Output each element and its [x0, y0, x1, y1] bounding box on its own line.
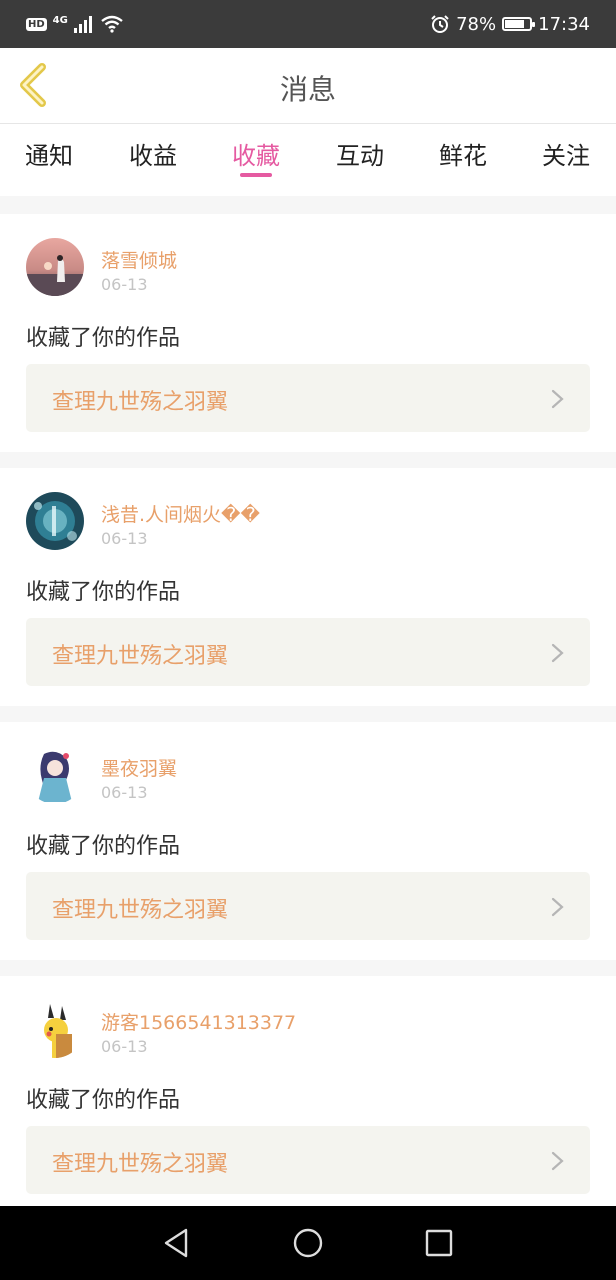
- battery-icon: [502, 17, 536, 31]
- network-label: 4G: [52, 14, 68, 26]
- tab-favorites[interactable]: 收藏: [232, 136, 280, 171]
- avatar[interactable]: [26, 1000, 84, 1058]
- chevron-right-icon: [551, 1151, 564, 1171]
- status-right: 78% 17:34: [430, 12, 590, 36]
- work-title: 查理九世殇之羽翼: [52, 1152, 229, 1177]
- back-triangle-icon[interactable]: [160, 1226, 194, 1260]
- alarm-icon: [431, 15, 449, 33]
- recents-square-icon[interactable]: [422, 1226, 456, 1260]
- work-title: 查理九世殇之羽翼: [52, 390, 229, 415]
- avatar-blue-art-image: [26, 492, 84, 550]
- avatar-pikachu-image: [26, 1000, 84, 1058]
- work-title: 查理九世殇之羽翼: [52, 898, 229, 923]
- action-text: 收藏了你的作品: [26, 1088, 181, 1113]
- work-link[interactable]: 查理九世殇之羽翼: [26, 1126, 590, 1194]
- date: 06-13: [101, 275, 148, 294]
- notification-card: 落雪倾城 06-13 收藏了你的作品 查理九世殇之羽翼: [0, 214, 616, 452]
- avatar-anime-girl-image: [26, 746, 84, 804]
- home-circle-icon[interactable]: [291, 1226, 325, 1260]
- chevron-right-icon: [551, 643, 564, 663]
- tab-bar: 通知 收益 收藏 互动 鲜花 关注: [0, 124, 616, 196]
- active-tab-indicator: [240, 173, 272, 177]
- avatar[interactable]: [26, 746, 84, 804]
- chevron-right-icon: [551, 389, 564, 409]
- status-left: HD 4G: [26, 12, 124, 36]
- username[interactable]: 落雪倾城: [101, 246, 177, 273]
- work-link[interactable]: 查理九世殇之羽翼: [26, 618, 590, 686]
- page-title: 消息: [279, 73, 336, 106]
- action-text: 收藏了你的作品: [26, 834, 181, 859]
- username[interactable]: 浅昔.人间烟火��: [101, 500, 260, 527]
- work-title: 查理九世殇之羽翼: [52, 644, 229, 669]
- header: 消息: [0, 48, 616, 124]
- action-text: 收藏了你的作品: [26, 580, 181, 605]
- clock: 17:34: [538, 13, 590, 35]
- avatar-sunset-image: [26, 238, 84, 296]
- tab-following[interactable]: 关注: [542, 136, 590, 171]
- avatar[interactable]: [26, 492, 84, 550]
- tab-earnings[interactable]: 收益: [129, 136, 177, 171]
- notification-card: 游客1566541313377 06-13 收藏了你的作品 查理九世殇之羽翼: [0, 976, 616, 1214]
- tab-notifications[interactable]: 通知: [25, 136, 73, 171]
- date: 06-13: [101, 1037, 148, 1056]
- date: 06-13: [101, 783, 148, 802]
- chevron-right-icon: [551, 897, 564, 917]
- username[interactable]: 墨夜羽翼: [101, 754, 177, 781]
- tab-interactions[interactable]: 互动: [336, 136, 384, 171]
- signal-icon: [73, 16, 92, 33]
- avatar[interactable]: [26, 238, 84, 296]
- action-text: 收藏了你的作品: [26, 326, 181, 351]
- wifi-icon: [101, 15, 123, 33]
- username[interactable]: 游客1566541313377: [101, 1008, 296, 1035]
- work-link[interactable]: 查理九世殇之羽翼: [26, 364, 590, 432]
- notification-card: 墨夜羽翼 06-13 收藏了你的作品 查理九世殇之羽翼: [0, 722, 616, 960]
- tab-flowers[interactable]: 鲜花: [439, 136, 487, 171]
- system-navigation-bar: [0, 1206, 616, 1280]
- date: 06-13: [101, 529, 148, 548]
- battery-percent: 78%: [456, 13, 497, 35]
- notification-card: 浅昔.人间烟火�� 06-13 收藏了你的作品 查理九世殇之羽翼: [0, 468, 616, 706]
- work-link[interactable]: 查理九世殇之羽翼: [26, 872, 590, 940]
- battery-fill: [505, 20, 525, 28]
- status-bar: HD 4G 78% 17:34: [0, 0, 616, 48]
- hd-badge: HD: [26, 17, 47, 31]
